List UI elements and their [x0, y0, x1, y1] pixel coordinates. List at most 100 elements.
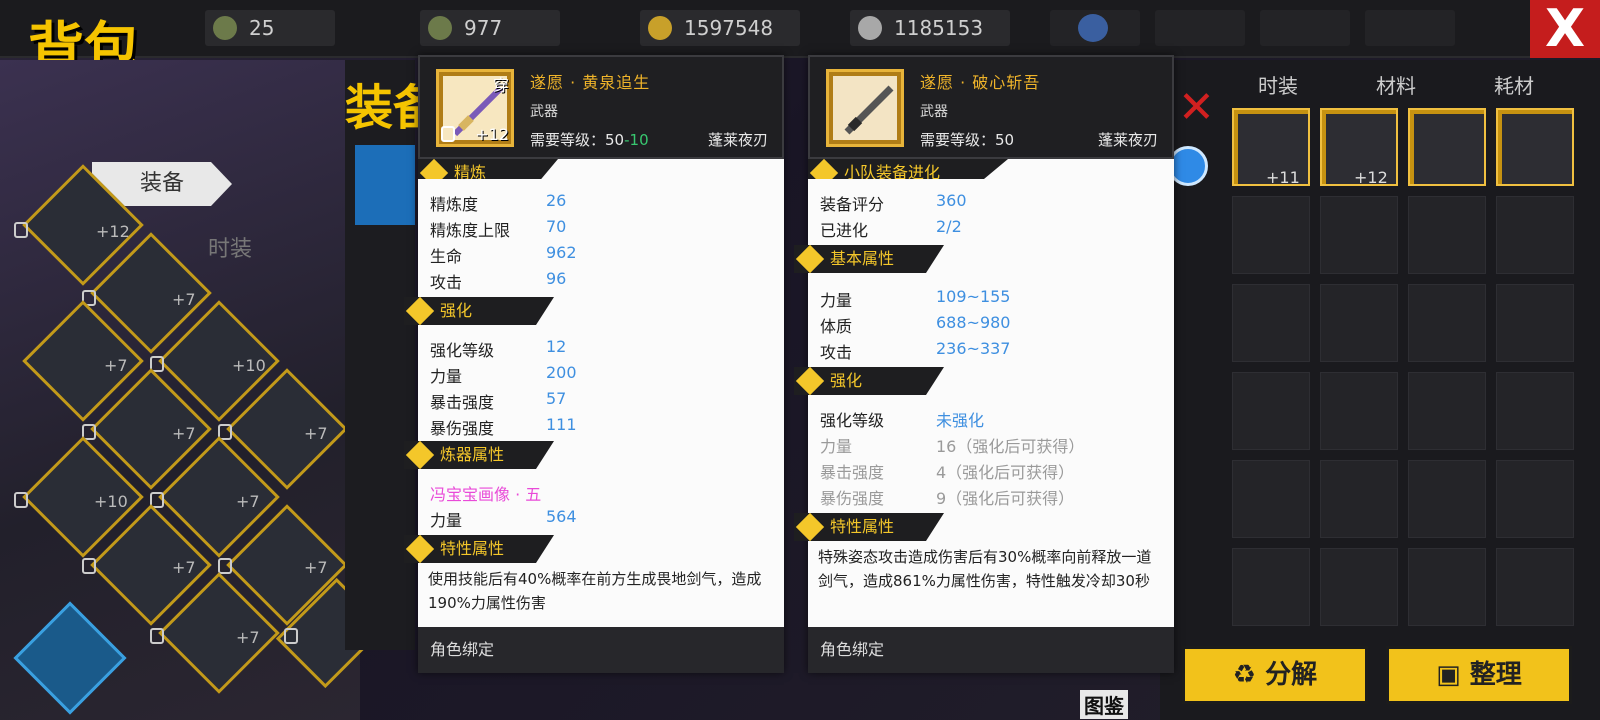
stat-row: 暴击强度 57 — [430, 389, 567, 412]
tab-fashion[interactable]: 时装 — [170, 228, 290, 272]
currency-value: 25 — [249, 16, 275, 40]
inventory-slot-empty[interactable] — [1320, 284, 1398, 362]
card-header: 穿 +12 遂愿 · 黄泉追生 武器 需要等级：50-10 蓬莱夜刃 — [418, 55, 784, 159]
currency-gold: 1597548 — [640, 10, 800, 46]
chevron-down-icon[interactable] — [1168, 146, 1208, 186]
sort-label: 整理 — [1469, 660, 1522, 690]
inventory-slot-empty[interactable] — [1232, 196, 1310, 274]
bind-status: 角色绑定 — [808, 627, 1174, 673]
banknote-icon — [428, 16, 452, 40]
tray-icon: ▣ — [1436, 660, 1470, 690]
inventory-slot-empty[interactable] — [1408, 372, 1486, 450]
inventory-slot-empty[interactable] — [1408, 460, 1486, 538]
item-icon: 穿 +12 — [436, 69, 514, 147]
sort-button[interactable]: ▣ 整理 — [1386, 646, 1572, 704]
inventory-slot[interactable] — [1408, 108, 1486, 186]
currency-value: 1597548 — [684, 16, 774, 40]
inventory-slot-empty[interactable] — [1320, 372, 1398, 450]
stat-row: 暴伤强度 9（强化后可获得） — [820, 489, 1075, 508]
equipped-badge: 穿 — [492, 76, 509, 95]
atlas-label[interactable]: 图鉴 — [1080, 690, 1128, 719]
inventory-slot-empty[interactable] — [1320, 460, 1398, 538]
trait-description: 特殊姿态攻击造成伤害后有30%概率向前释放一道剑气，造成861%力属性伤害，特性… — [818, 548, 1152, 590]
slot-plus: +12 — [1354, 168, 1388, 187]
item-card-equipped: 穿 +12 遂愿 · 黄泉追生 武器 需要等级：50-10 蓬莱夜刃 精炼 精炼… — [404, 55, 784, 673]
close-icon[interactable]: ✕ — [1178, 86, 1222, 130]
stat-row: 精炼度 26 — [430, 191, 567, 214]
slot-plus: +7 — [236, 492, 260, 511]
currency-value: 977 — [464, 16, 503, 40]
stat-row: 力量 200 — [430, 363, 577, 386]
item-class: 蓬莱夜刃 — [707, 131, 768, 149]
inventory-slot-empty[interactable] — [1232, 284, 1310, 362]
decompose-button[interactable]: ♻ 分解 — [1182, 646, 1368, 704]
inventory-slot-empty[interactable] — [1232, 460, 1310, 538]
section-header: 小队装备进化 — [808, 159, 1008, 179]
tab-fashion-right[interactable]: 时装 — [1258, 70, 1298, 99]
slot-plus: +12 — [96, 222, 130, 241]
stat-row: 精炼度上限 70 — [430, 217, 567, 240]
section-header: 基本属性 — [794, 245, 944, 273]
currency-ticket: 25 — [205, 10, 335, 46]
menu-slot — [1365, 10, 1455, 46]
slot-plus: +7 — [172, 290, 196, 309]
sword-icon — [844, 85, 894, 135]
close-button[interactable]: X — [1530, 0, 1600, 58]
stat-row: 暴伤强度 111 — [430, 415, 577, 438]
inventory-slot-empty[interactable] — [1320, 548, 1398, 626]
stat-row: 攻击 96 — [430, 269, 567, 292]
lock-icon — [284, 628, 298, 644]
list-icon — [1078, 14, 1108, 42]
banknote-icon — [213, 16, 237, 40]
item-name: 遂愿 · 破心斩吾 — [920, 73, 1041, 92]
menu-slot — [1260, 10, 1350, 46]
slot-plus: +7 — [236, 628, 260, 647]
stat-row: 体质 688~980 — [820, 313, 1011, 336]
stat-row: 力量 16（强化后可获得） — [820, 437, 1085, 456]
item-type: 武器 — [530, 104, 558, 120]
item-card-compare: 遂愿 · 破心斩吾 武器 需要等级：50 蓬莱夜刃 小队装备进化 装备评分 360… — [794, 55, 1174, 673]
stat-row: 已进化 2/2 — [820, 217, 962, 240]
currency-silver: 1185153 — [850, 10, 1010, 46]
stat-row: 装备评分 360 — [820, 191, 967, 214]
inventory-slot-empty[interactable] — [1232, 548, 1310, 626]
lock-icon — [14, 492, 28, 508]
menu-slot — [1155, 10, 1245, 46]
item-icon — [826, 69, 904, 147]
recycle-icon: ♻ — [1232, 660, 1266, 690]
bind-status: 角色绑定 — [418, 627, 784, 673]
section-header: 精炼 — [418, 159, 558, 179]
inventory-slot-empty[interactable] — [1408, 548, 1486, 626]
slot-plus: +7 — [104, 356, 128, 375]
inventory-slot-empty[interactable] — [1408, 196, 1486, 274]
menu-slot[interactable] — [1050, 10, 1140, 46]
stat-row: 冯宝宝画像 · 五 — [430, 485, 542, 504]
inventory-slot-empty[interactable] — [1496, 460, 1574, 538]
inventory-slot-empty[interactable] — [1320, 196, 1398, 274]
inventory-slot[interactable] — [1496, 108, 1574, 186]
lock-icon — [150, 628, 164, 644]
decompose-label: 分解 — [1265, 660, 1318, 690]
section-header: 强化 — [794, 367, 944, 395]
inventory-slot-empty[interactable] — [1496, 284, 1574, 362]
inventory-slot-empty[interactable] — [1232, 372, 1310, 450]
slot-plus: +7 — [172, 424, 196, 443]
section-header: 强化 — [404, 297, 554, 325]
inventory-slot-empty[interactable] — [1496, 196, 1574, 274]
stat-row: 强化等级 未强化 — [820, 411, 985, 430]
item-requirement: 需要等级：50 — [920, 131, 1015, 149]
slot-plus: +10 — [94, 492, 128, 511]
inventory-slot-empty[interactable] — [1408, 284, 1486, 362]
tab-materials[interactable]: 材料 — [1376, 70, 1416, 99]
stat-row: 力量 109~155 — [820, 287, 1011, 310]
lock-icon — [218, 558, 232, 574]
inventory-slot-empty[interactable] — [1496, 372, 1574, 450]
lock-icon — [441, 126, 455, 142]
card-header: 遂愿 · 破心斩吾 武器 需要等级：50 蓬莱夜刃 — [808, 55, 1174, 159]
slot-plus: +11 — [1266, 168, 1300, 187]
item-class: 蓬莱夜刃 — [1097, 131, 1158, 149]
inventory-slot-empty[interactable] — [1496, 548, 1574, 626]
currency-voucher: 977 — [420, 10, 560, 46]
category-button[interactable] — [355, 145, 415, 225]
tab-consumables[interactable]: 耗材 — [1494, 70, 1534, 99]
